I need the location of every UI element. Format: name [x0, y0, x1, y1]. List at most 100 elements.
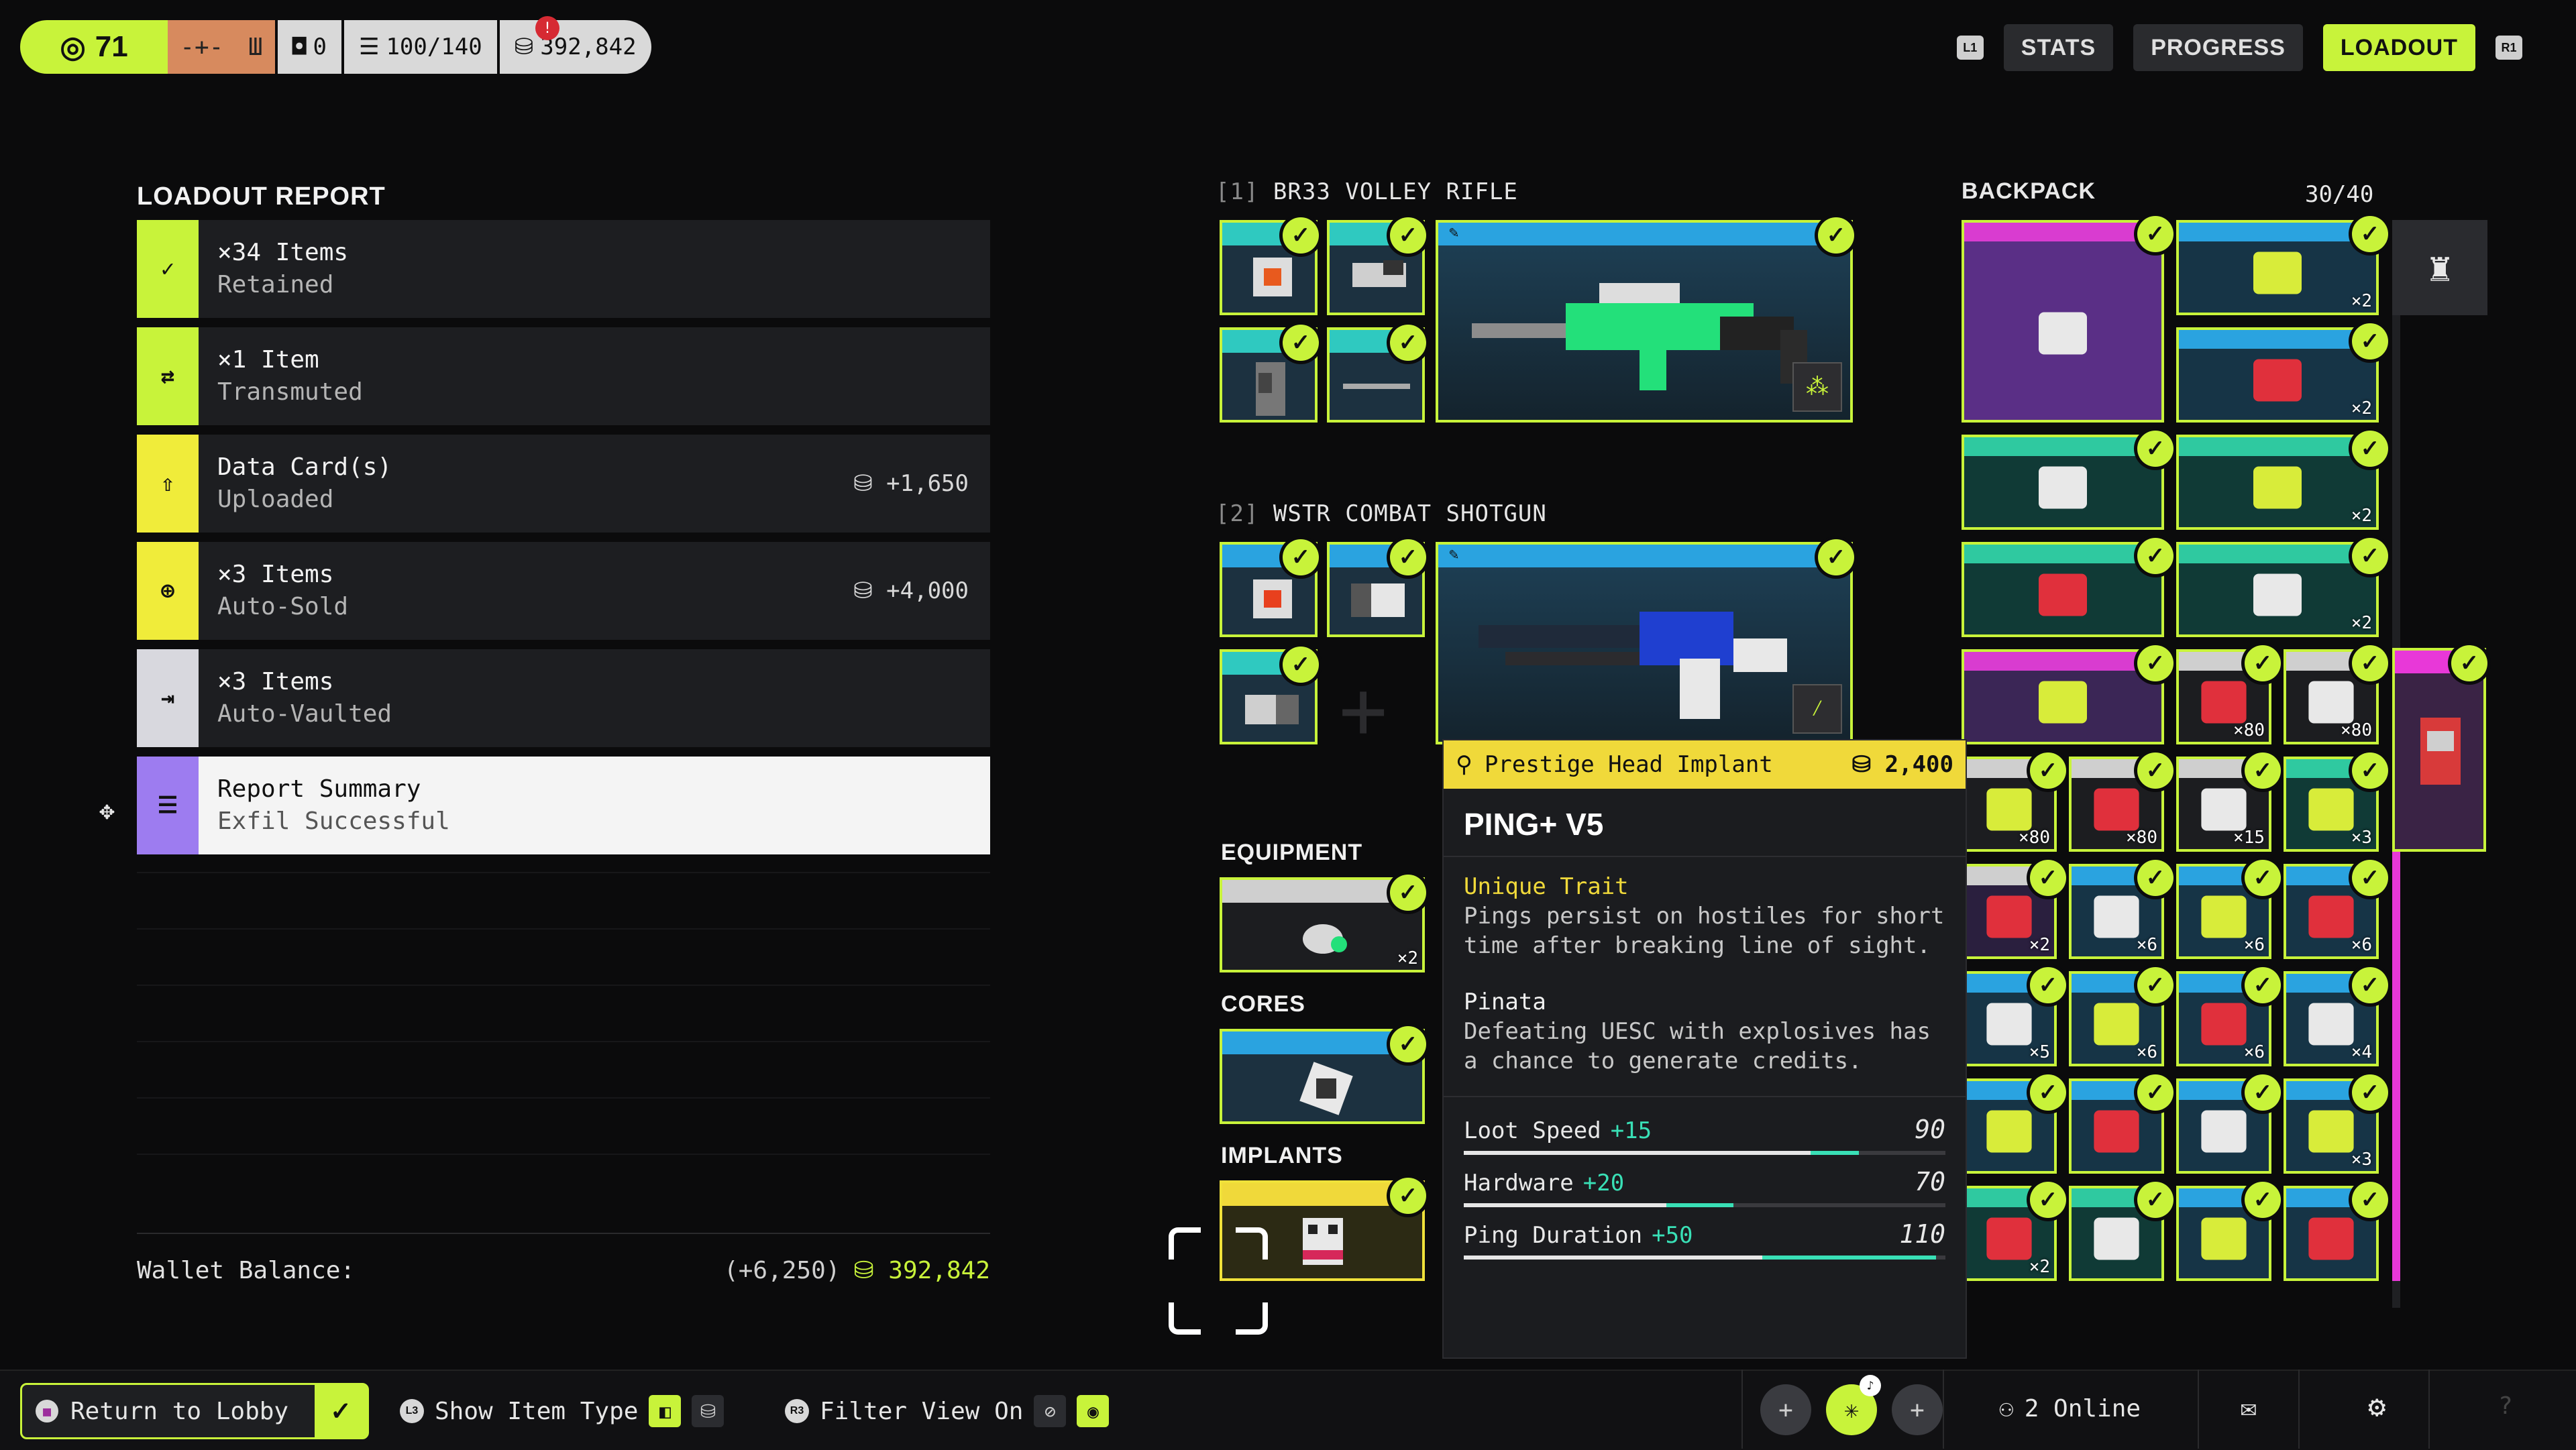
- divider: [1943, 1370, 1944, 1449]
- wallet-amount: ⛁ 392,842: [853, 1257, 990, 1284]
- item-quantity: ×4: [2351, 1042, 2372, 1062]
- backpack-item[interactable]: ×2: [2176, 220, 2379, 315]
- equipped-check-icon: ✓: [1390, 875, 1426, 911]
- backpack-item[interactable]: ×2: [2176, 435, 2379, 530]
- report-row[interactable]: ⇥ ×3 Items Auto-Vaulted: [137, 649, 990, 747]
- report-row[interactable]: ✓ ×34 Items Retained: [137, 220, 990, 318]
- stat-value: 90: [1915, 1115, 1945, 1144]
- optic-icon: [1351, 583, 1405, 617]
- stat-value: 110: [1899, 1219, 1945, 1249]
- main-nav: L1 STATS PROGRESS LOADOUT R1: [1956, 24, 2522, 71]
- retained-check-icon: ✓: [2137, 216, 2174, 252]
- report-row[interactable]: ☰ Report Summary Exfil Successful: [137, 757, 990, 854]
- item-quantity: ×6: [2243, 935, 2265, 955]
- backpack-item[interactable]: [1962, 542, 2164, 637]
- retained-check-icon: ✓: [2352, 967, 2388, 1003]
- report-row-subtitle: Auto-Sold: [217, 593, 349, 620]
- online-friends[interactable]: ⚇ 2 Online: [1999, 1395, 2141, 1423]
- backpack-item[interactable]: ×2: [2176, 327, 2379, 423]
- stat-row: Ping Duration +50 110: [1444, 1219, 1966, 1260]
- item-quantity: ×6: [2136, 935, 2157, 955]
- empty-slot-plus-icon[interactable]: +: [1339, 671, 1387, 751]
- item-quantity: ×2: [2351, 506, 2372, 526]
- return-to-lobby-button[interactable]: ■ Return to Lobby ✓: [20, 1383, 369, 1439]
- retained-check-icon: ✓: [2352, 645, 2388, 681]
- item-quantity: ×80: [2233, 720, 2265, 740]
- player-avatar[interactable]: ✳ ♪: [1826, 1375, 1881, 1435]
- backpack-item[interactable]: [1962, 435, 2164, 530]
- stat-bar: [1464, 1203, 1945, 1207]
- item-art-icon: [1986, 1110, 2032, 1153]
- show-item-type-hint[interactable]: L3 Show Item Type ◧ ⛁: [400, 1395, 724, 1427]
- character-silhouette-icon[interactable]: ♜: [2392, 220, 2487, 315]
- eye-icon[interactable]: ◉: [1077, 1395, 1110, 1427]
- equipped-check-icon: ✓: [2451, 645, 2487, 681]
- mod-icon: [1253, 579, 1292, 618]
- perk-name: Pinata: [1464, 989, 1546, 1015]
- tab-loadout[interactable]: LOADOUT: [2322, 24, 2475, 71]
- mail-icon[interactable]: ✉: [2241, 1392, 2257, 1423]
- perk-description: Defeating UESC with explosives has a cha…: [1464, 1018, 1931, 1074]
- wallet-label: Wallet Balance:: [137, 1257, 356, 1284]
- retained-check-icon: ✓: [2352, 216, 2388, 252]
- settings-gear-icon[interactable]: ⚙: [2368, 1390, 2386, 1424]
- weapon-1-slot[interactable]: ✎ ⁂: [1436, 220, 1853, 423]
- report-row[interactable]: ⇄ ×1 Item Transmuted: [137, 327, 990, 425]
- divider: [1741, 1370, 1743, 1449]
- backpack-scroll-thumb[interactable]: [2392, 822, 2400, 1281]
- item-quantity: ×2: [2029, 1257, 2050, 1277]
- item-tooltip: ⚲ Prestige Head Implant ⛁ 2,400 PING+ V5…: [1442, 739, 1967, 1359]
- tooltip-header: ⚲ Prestige Head Implant ⛁ 2,400: [1444, 740, 1966, 789]
- r1-button-icon[interactable]: R1: [2496, 36, 2522, 60]
- equipped-check-icon: ✓: [1283, 539, 1319, 575]
- item-quantity: ×80: [2341, 720, 2372, 740]
- report-row[interactable]: ⇧ Data Card(s) Uploaded ⛁ +1,650: [137, 435, 990, 533]
- report-row-icon: ⇄: [137, 327, 199, 425]
- grenade-icon: [1303, 924, 1347, 954]
- item-quantity: ×80: [2019, 828, 2050, 848]
- item-quantity: ×2: [2029, 935, 2050, 955]
- tab-stats[interactable]: STATS: [2003, 24, 2114, 71]
- report-row[interactable]: ⊕ ×3 Items Auto-Sold ⛁ +4,000: [137, 542, 990, 640]
- filter-view-hint[interactable]: R3 Filter View On ⊘ ◉: [785, 1395, 1110, 1427]
- equipped-check-icon: ✓: [1390, 1026, 1426, 1062]
- player-status-bar: ◎ 71 -+- Ш ◘ 0 ☰ 100/140 ⛁ 392,842 !: [20, 16, 651, 74]
- retained-check-icon: ✓: [2137, 538, 2174, 574]
- equipped-check-icon: ✓: [1390, 539, 1426, 575]
- item-quantity: ×5: [2029, 1042, 2050, 1062]
- l3-button-icon: L3: [400, 1399, 424, 1423]
- stat-name: Ping Duration: [1464, 1222, 1643, 1249]
- report-row-title: ×3 Items: [217, 668, 334, 695]
- barrel-icon: [1343, 384, 1410, 389]
- tab-progress[interactable]: PROGRESS: [2133, 24, 2303, 71]
- item-quantity: ×3: [2351, 828, 2372, 848]
- armor-icon: [2420, 718, 2461, 785]
- wallet-delta: (+6,250): [724, 1257, 841, 1284]
- tooltip-description: Unique Trait Pings persist on hostiles f…: [1444, 857, 1966, 1091]
- item-art-icon: [2094, 1217, 2139, 1260]
- add-squadmate-icon[interactable]: +: [1892, 1384, 1943, 1435]
- retained-check-icon: ✓: [2352, 538, 2388, 574]
- capacity-alert-icon: !: [535, 16, 559, 40]
- eye-off-icon[interactable]: ⊘: [1034, 1395, 1067, 1427]
- report-row-title: ×1 Item: [217, 346, 319, 374]
- credits-toggle-icon[interactable]: ⛁: [692, 1395, 724, 1427]
- item-type-toggle-icon[interactable]: ◧: [649, 1395, 682, 1427]
- backpack-item[interactable]: ×2: [2176, 542, 2379, 637]
- equipped-check-icon: ✓: [1390, 1178, 1426, 1214]
- wrench-icon: ✎: [1449, 223, 1459, 241]
- credits-icon: ⛁: [514, 34, 534, 60]
- weapon-2-slot[interactable]: ✎ ⁄: [1436, 542, 1853, 744]
- microphone-icon: ♪: [1860, 1375, 1881, 1396]
- add-squadmate-icon[interactable]: +: [1760, 1384, 1811, 1435]
- help-icon[interactable]: ?: [2498, 1392, 2513, 1420]
- item-art-icon: [2039, 312, 2087, 355]
- backpack-item[interactable]: [1962, 649, 2164, 744]
- selection-cursor: [1169, 1227, 1268, 1335]
- retained-check-icon: ✓: [2245, 752, 2281, 789]
- backpack-item[interactable]: [1962, 220, 2164, 423]
- report-row-icon: ⇧: [137, 435, 199, 533]
- l1-button-icon[interactable]: L1: [1956, 36, 1984, 60]
- retained-check-icon: ✓: [2245, 860, 2281, 896]
- backpack-count: 30/40: [2305, 181, 2374, 208]
